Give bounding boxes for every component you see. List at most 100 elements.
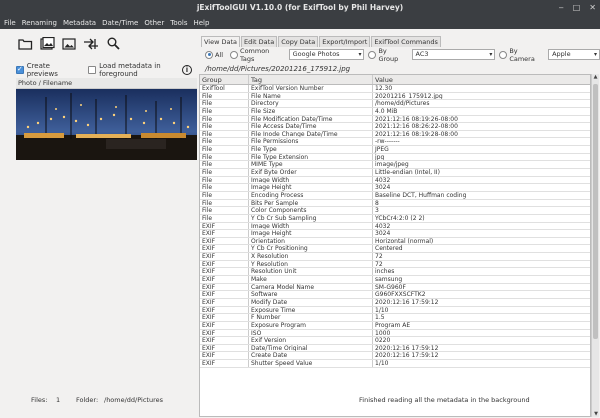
menu-other[interactable]: Other — [144, 19, 164, 27]
value-cell: /home/dd/Pictures — [375, 100, 430, 107]
scroll-up-icon[interactable]: ▲ — [592, 74, 599, 80]
tab-copy-data[interactable]: Copy Data — [278, 36, 319, 47]
group-cell: File — [200, 161, 249, 169]
table-row[interactable]: EXIF Date/Time Original 2020:12:16 17:59:1… — [200, 344, 590, 353]
table-row[interactable]: File Image Width 4032 — [200, 176, 590, 185]
tag-cell: File Type Extension — [249, 153, 373, 161]
table-row[interactable]: EXIF Make samsung — [200, 276, 590, 284]
group-cell: EXIF — [200, 314, 249, 321]
menu-file[interactable]: File — [4, 19, 16, 27]
common-tags-radio[interactable] — [230, 50, 239, 59]
tab-edit-data[interactable]: Edit Data — [241, 36, 278, 47]
photo-thumbnail[interactable] — [16, 89, 197, 160]
menu-date-time[interactable]: Date/Time — [102, 19, 138, 27]
tab-exiftool-commands[interactable]: ExifTool Commands — [371, 36, 441, 47]
table-row[interactable]: EXIF F Number 1.5 — [200, 314, 590, 322]
file-list-header[interactable]: Photo / Filename — [16, 78, 197, 89]
column-value-header[interactable]: Value — [373, 75, 590, 84]
table-row[interactable]: EXIF Image Height 3024 — [200, 230, 590, 238]
table-row[interactable]: EXIF Shutter Speed Value 1/10 — [200, 360, 590, 368]
table-row[interactable]: EXIF Camera Model Name SM-G960F — [200, 283, 590, 292]
table-row[interactable]: File File Name 20201216_175912.jpg — [200, 92, 590, 101]
value-cell: 1000 — [375, 329, 391, 337]
maximize-icon[interactable]: □ — [573, 3, 581, 12]
group-select[interactable]: AC3 ▾ — [411, 49, 496, 60]
table-row[interactable]: EXIF ISO 1000 — [200, 329, 590, 338]
table-row[interactable]: File Encoding Process Baseline DCT, Huffma… — [200, 191, 590, 200]
by-group-radio[interactable] — [368, 50, 377, 59]
minimize-icon[interactable]: ‒ — [559, 3, 564, 12]
magnifier-icon[interactable] — [104, 35, 122, 52]
create-previews-checkbox[interactable] — [16, 65, 24, 74]
table-row[interactable]: EXIF Y Resolution 72 — [200, 260, 590, 269]
info-icon[interactable]: i — [182, 65, 192, 75]
table-row[interactable]: EXIF Image Width 4032 — [200, 222, 590, 231]
value-cell: 2021:12:16 08:26:22-08:00 — [375, 123, 458, 130]
value-cell: 2020:12:16 17:59:12 — [375, 352, 439, 360]
folder-open-icon[interactable] — [16, 35, 34, 52]
table-row[interactable]: EXIF Software G960FXXSCFTK2 — [200, 291, 590, 299]
column-tag-header[interactable]: Tag — [249, 75, 373, 84]
table-row[interactable]: File Color Components 3 — [200, 207, 590, 215]
column-group-header[interactable]: Group — [200, 75, 249, 84]
table-row[interactable]: EXIF X Resolution 72 — [200, 253, 590, 261]
table-row[interactable]: File File Type JPEG — [200, 146, 590, 154]
value-cell: 2020:12:16 17:59:12 — [375, 298, 439, 306]
image-icon[interactable] — [60, 35, 78, 52]
common-tags-select[interactable]: Google Photos ▾ — [288, 49, 365, 60]
by-camera-radio[interactable] — [499, 50, 508, 59]
group-cell: EXIF — [200, 360, 249, 367]
tag-cell: File Type — [249, 146, 373, 153]
menu-metadata[interactable]: Metadata — [63, 19, 96, 27]
tag-cell: Shutter Speed Value — [249, 360, 373, 367]
table-row[interactable]: File File Type Extension jpg — [200, 153, 590, 162]
value-cell: -rw------- — [375, 138, 400, 146]
table-row[interactable]: ExifTool ExifTool Version Number 12.30 — [200, 85, 590, 93]
scrollbar-thumb[interactable] — [593, 84, 598, 339]
table-row[interactable]: File Y Cb Cr Sub Sampling YCbCr4:2:0 (2 2) — [200, 214, 590, 223]
tab-view-data[interactable]: View Data — [201, 36, 241, 47]
group-cell: EXIF — [200, 337, 249, 344]
vertical-scrollbar[interactable]: ▲ ▼ — [591, 74, 599, 417]
camera-select[interactable]: Apple ▾ — [548, 49, 600, 60]
tag-cell: Image Width — [249, 222, 373, 230]
table-row[interactable]: File File Size 4.0 MiB — [200, 107, 590, 116]
load-metadata-checkbox[interactable] — [88, 66, 97, 74]
filter-bar: All Common Tags Google Photos ▾ By Group… — [201, 46, 600, 63]
table-row[interactable]: EXIF Exif Version 0220 — [200, 337, 590, 345]
table-row[interactable]: EXIF Resolution Unit inches — [200, 268, 590, 277]
table-row[interactable]: File Bits Per Sample 8 — [200, 199, 590, 208]
by-camera-label: By Camera — [509, 46, 535, 63]
table-row[interactable]: File File Modification Date/Time 2021:12:1… — [200, 115, 590, 124]
table-row[interactable]: File Image Height 3024 — [200, 184, 590, 192]
value-cell: 2021:12:16 08:19:26-08:00 — [375, 115, 458, 123]
table-row[interactable]: EXIF Exposure Program Program AE — [200, 321, 590, 330]
table-row[interactable]: File Exif Byte Order Little-endian (Intel,… — [200, 169, 590, 177]
menu-help[interactable]: Help — [193, 19, 209, 27]
all-radio[interactable] — [205, 50, 213, 59]
table-row[interactable]: File Directory/home/dd/Pictures — [200, 100, 590, 108]
table-row[interactable]: File File Permissions -rw------- — [200, 138, 590, 147]
tab-export-import[interactable]: Export/Import — [319, 36, 371, 47]
folder-label: Folder: — [76, 396, 99, 404]
table-row[interactable]: File File Access Date/Time 2021:12:16 08:2… — [200, 123, 590, 131]
rotate-transfer-icon[interactable] — [82, 35, 100, 52]
tag-cell: Orientation — [249, 237, 373, 245]
table-row[interactable]: File File Inode Change Date/Time 2021:12:1… — [200, 130, 590, 139]
tag-cell: Y Cb Cr Positioning — [249, 245, 373, 253]
table-row[interactable]: File MIME Type image/jpeg — [200, 161, 590, 170]
close-icon[interactable]: ✕ — [589, 3, 596, 12]
menu-tools[interactable]: Tools — [170, 19, 187, 27]
table-row[interactable]: EXIF Modify Date 2020:12:16 17:59:12 — [200, 298, 590, 307]
tag-cell: Exposure Time — [249, 306, 373, 314]
table-row[interactable]: EXIF Y Cb Cr Positioning Centered — [200, 245, 590, 254]
table-row[interactable]: EXIF Orientation Horizontal (normal) — [200, 237, 590, 246]
table-row[interactable]: EXIF Exposure Time 1/10 — [200, 306, 590, 315]
tag-cell: Create Date — [249, 352, 373, 360]
table-row[interactable]: EXIF Create Date 2020:12:16 17:59:12 — [200, 352, 590, 361]
toolbar — [16, 35, 122, 52]
metadata-table: Group Tag Value ExifTool ExifTool Version… — [199, 74, 591, 417]
menu-renaming[interactable]: Renaming — [22, 19, 57, 27]
tag-cell: Y Cb Cr Sub Sampling — [249, 214, 373, 222]
image-load-icon[interactable] — [38, 35, 56, 52]
